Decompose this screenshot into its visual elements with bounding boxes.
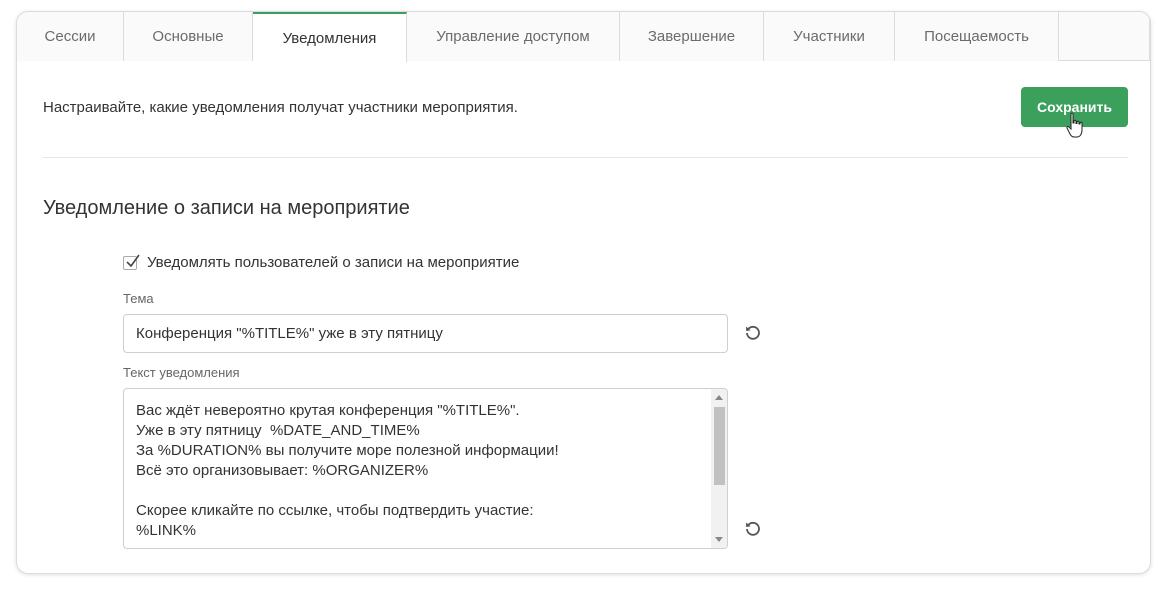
notify-checkbox-label: Уведомлять пользователей о записи на мер… — [147, 254, 520, 271]
body-line — [136, 481, 559, 501]
page-description: Настраивайте, какие уведомления получат … — [43, 99, 518, 116]
section-title: Уведомление о записи на мероприятие — [43, 197, 410, 219]
tab-sessions[interactable]: Сессии — [17, 12, 124, 61]
check-icon — [126, 254, 140, 267]
subject-label: Тема — [123, 291, 154, 306]
body-line: Вас ждёт невероятно крутая конференция "… — [136, 402, 520, 419]
tab-attendance[interactable]: Посещаемость — [895, 12, 1059, 61]
body-label: Текст уведомления — [123, 365, 240, 380]
reset-icon[interactable] — [743, 323, 763, 343]
body-line: Всё это организовывает: %ORGANIZER% — [136, 462, 429, 479]
notify-checkbox[interactable] — [123, 254, 140, 270]
scroll-up-arrow-icon[interactable] — [715, 395, 723, 400]
textarea-scrollbar[interactable] — [711, 389, 727, 548]
tab-access-control[interactable]: Управление доступом — [407, 12, 620, 61]
subject-value: Конференция "%TITLE%" уже в эту пятницу — [136, 325, 443, 342]
scroll-down-arrow-icon[interactable] — [715, 537, 723, 542]
body-line: Уже в эту пятницу %DATE_AND_TIME% — [136, 422, 420, 439]
settings-card: Сессии Основные Уведомления Управление д… — [16, 11, 1151, 574]
divider — [43, 157, 1128, 158]
subject-input[interactable]: Конференция "%TITLE%" уже в эту пятницу — [123, 314, 728, 353]
tab-bar-filler — [1059, 12, 1150, 60]
notify-checkbox-row[interactable]: Уведомлять пользователей о записи на мер… — [123, 254, 519, 271]
reset-icon[interactable] — [743, 519, 763, 539]
body-line: Скорее кликайте по ссылке, чтобы подтвер… — [136, 502, 534, 519]
tab-bar: Сессии Основные Уведомления Управление д… — [17, 12, 1150, 62]
tab-notifications[interactable]: Уведомления — [253, 12, 407, 62]
body-line: За %DURATION% вы получите море полезной … — [136, 442, 559, 459]
body-text: Вас ждёт невероятно крутая конференция "… — [136, 401, 559, 541]
tab-general[interactable]: Основные — [124, 12, 253, 61]
tab-completion[interactable]: Завершение — [620, 12, 764, 61]
scroll-thumb[interactable] — [714, 407, 725, 485]
body-textarea[interactable]: Вас ждёт невероятно крутая конференция "… — [123, 388, 728, 549]
hand-cursor-icon — [1066, 112, 1083, 138]
body-line: %LINK% — [136, 522, 197, 539]
tab-participants[interactable]: Участники — [764, 12, 895, 61]
